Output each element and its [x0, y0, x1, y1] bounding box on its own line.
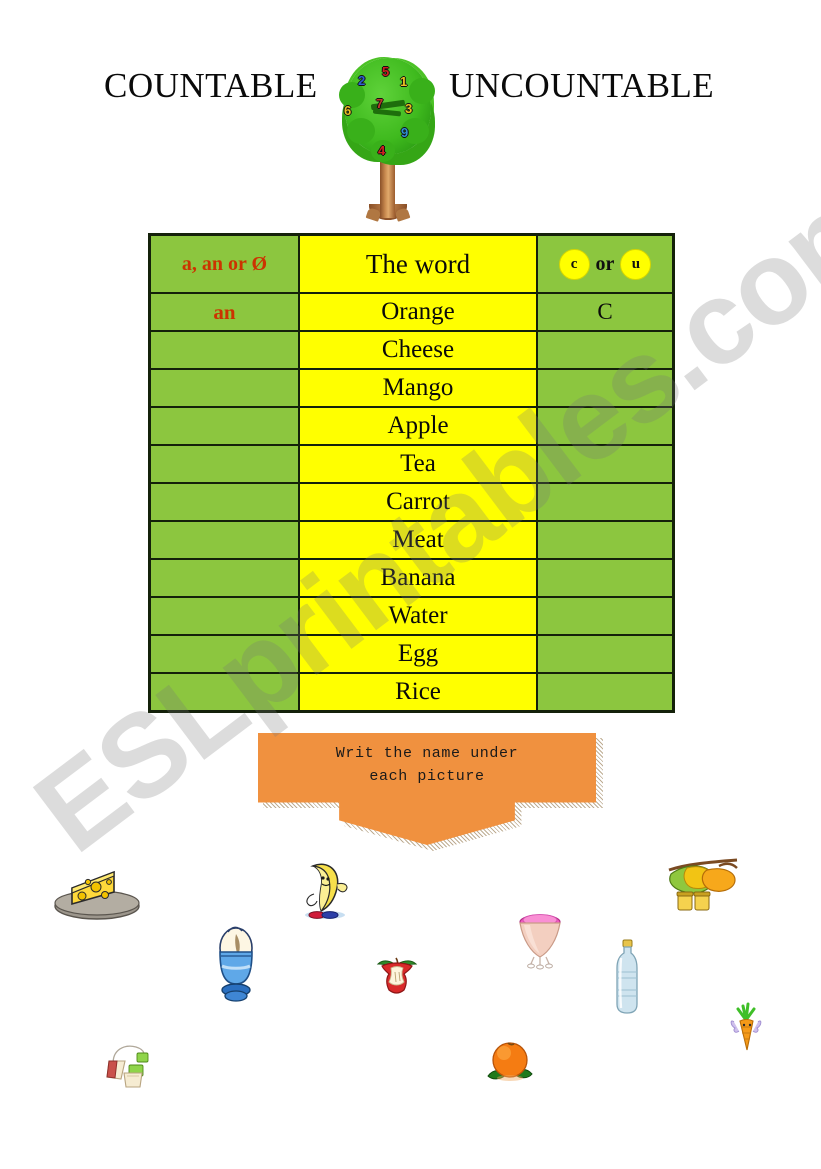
table-row: Cheese [150, 331, 673, 369]
cell-article-input[interactable] [150, 597, 299, 635]
cheese-on-plate-picture [52, 862, 142, 922]
cell-word-value: Carrot [386, 488, 450, 515]
cell-countable-input[interactable] [537, 521, 673, 559]
cell-word-value: Egg [397, 640, 439, 667]
egg-in-cup-picture [214, 922, 258, 1004]
cell-countable-input[interactable] [537, 369, 673, 407]
table-row: Banana [150, 559, 673, 597]
cell-word-value: Banana [380, 564, 456, 591]
water-bottle-picture [610, 938, 644, 1016]
cell-word: Rice [299, 673, 537, 711]
cell-article-input[interactable]: an [150, 293, 299, 331]
cell-article-input[interactable] [150, 521, 299, 559]
instruction-line-2: each picture [369, 768, 485, 786]
table-row: an Orange C [150, 293, 673, 331]
table-row: Mango [150, 369, 673, 407]
table-row: Meat [150, 521, 673, 559]
cell-countable-input[interactable]: C [537, 293, 673, 331]
cell-article-input[interactable] [150, 445, 299, 483]
uncountable-circle-icon: u [620, 248, 652, 280]
countable-circle-icon: c [558, 248, 590, 280]
cell-word: Apple [299, 407, 537, 445]
header-cell-word: The word [299, 235, 537, 293]
table-header-row: a, an or Ø The word c or u [150, 235, 673, 293]
cell-article-input[interactable] [150, 559, 299, 597]
cell-word: Orange [299, 293, 537, 331]
cell-word: Meat [299, 521, 537, 559]
instruction-arrow-banner: Writ the name under each picture [258, 733, 603, 851]
cell-countable-input[interactable] [537, 597, 673, 635]
banana-character-picture [297, 858, 353, 920]
ice-cream-cup-picture [515, 910, 565, 970]
cell-word: Cheese [299, 331, 537, 369]
table-row: Tea [150, 445, 673, 483]
cell-countable-input[interactable] [537, 559, 673, 597]
cell-countable-input[interactable] [537, 407, 673, 445]
cell-word-value: Rice [395, 678, 441, 705]
cell-article-input[interactable] [150, 673, 299, 711]
apple-core-picture [374, 952, 420, 998]
cell-article-input[interactable] [150, 483, 299, 521]
cell-article-input[interactable] [150, 635, 299, 673]
header-cell-article: a, an or Ø [150, 235, 299, 293]
cell-countable-input[interactable] [537, 445, 673, 483]
instruction-text: Writ the name under each picture [258, 742, 596, 789]
header-article-label: a, an or Ø [181, 252, 268, 275]
or-label: or [595, 252, 615, 275]
cell-countable-input[interactable] [537, 331, 673, 369]
table-row: Egg [150, 635, 673, 673]
cell-countable-input[interactable] [537, 635, 673, 673]
cell-article-input[interactable] [150, 369, 299, 407]
orange-fruit-picture [484, 1038, 536, 1086]
cell-article-value: an [213, 299, 236, 324]
cell-countable-value: C [597, 299, 613, 324]
countable-uncountable-table: a, an or Ø The word c or u an Orange C Chee… [148, 233, 675, 713]
cell-article-input[interactable] [150, 407, 299, 445]
cell-word-value: Cheese [381, 336, 455, 363]
cell-word: Water [299, 597, 537, 635]
table-row: Carrot [150, 483, 673, 521]
table-row: Rice [150, 673, 673, 711]
instruction-line-1: Writ the name under [335, 745, 519, 762]
cell-word: Mango [299, 369, 537, 407]
cell-word-value: Tea [400, 450, 436, 477]
table-row: Apple [150, 407, 673, 445]
c-or-u-group: c or u [558, 248, 652, 280]
cell-word: Carrot [299, 483, 537, 521]
tea-bags-picture [100, 1037, 162, 1089]
cell-word: Banana [299, 559, 537, 597]
header-word-label: The word [365, 248, 471, 279]
cell-word-value: Meat [392, 526, 444, 553]
cell-article-input[interactable] [150, 331, 299, 369]
cell-countable-input[interactable] [537, 483, 673, 521]
cell-word-value: Water [388, 602, 448, 629]
cell-word: Tea [299, 445, 537, 483]
cell-word-value: Mango [382, 374, 454, 401]
mangoes-on-branch-picture [667, 858, 739, 916]
worksheet-page: COUNTABLE UNCOUNTABLE 2 5 1 7 6 3 9 4 a,… [0, 0, 821, 1169]
table-row: Water [150, 597, 673, 635]
carrot-picture [726, 1000, 766, 1052]
cell-countable-input[interactable] [537, 673, 673, 711]
cell-word-value: Orange [381, 298, 455, 325]
header-cell-countable-uncountable: c or u [537, 235, 673, 293]
table-body: an Orange C Cheese Mango Apple Tea Carrot Meat Ba… [150, 293, 673, 711]
cell-word-value: Apple [387, 412, 449, 439]
cell-word: Egg [299, 635, 537, 673]
